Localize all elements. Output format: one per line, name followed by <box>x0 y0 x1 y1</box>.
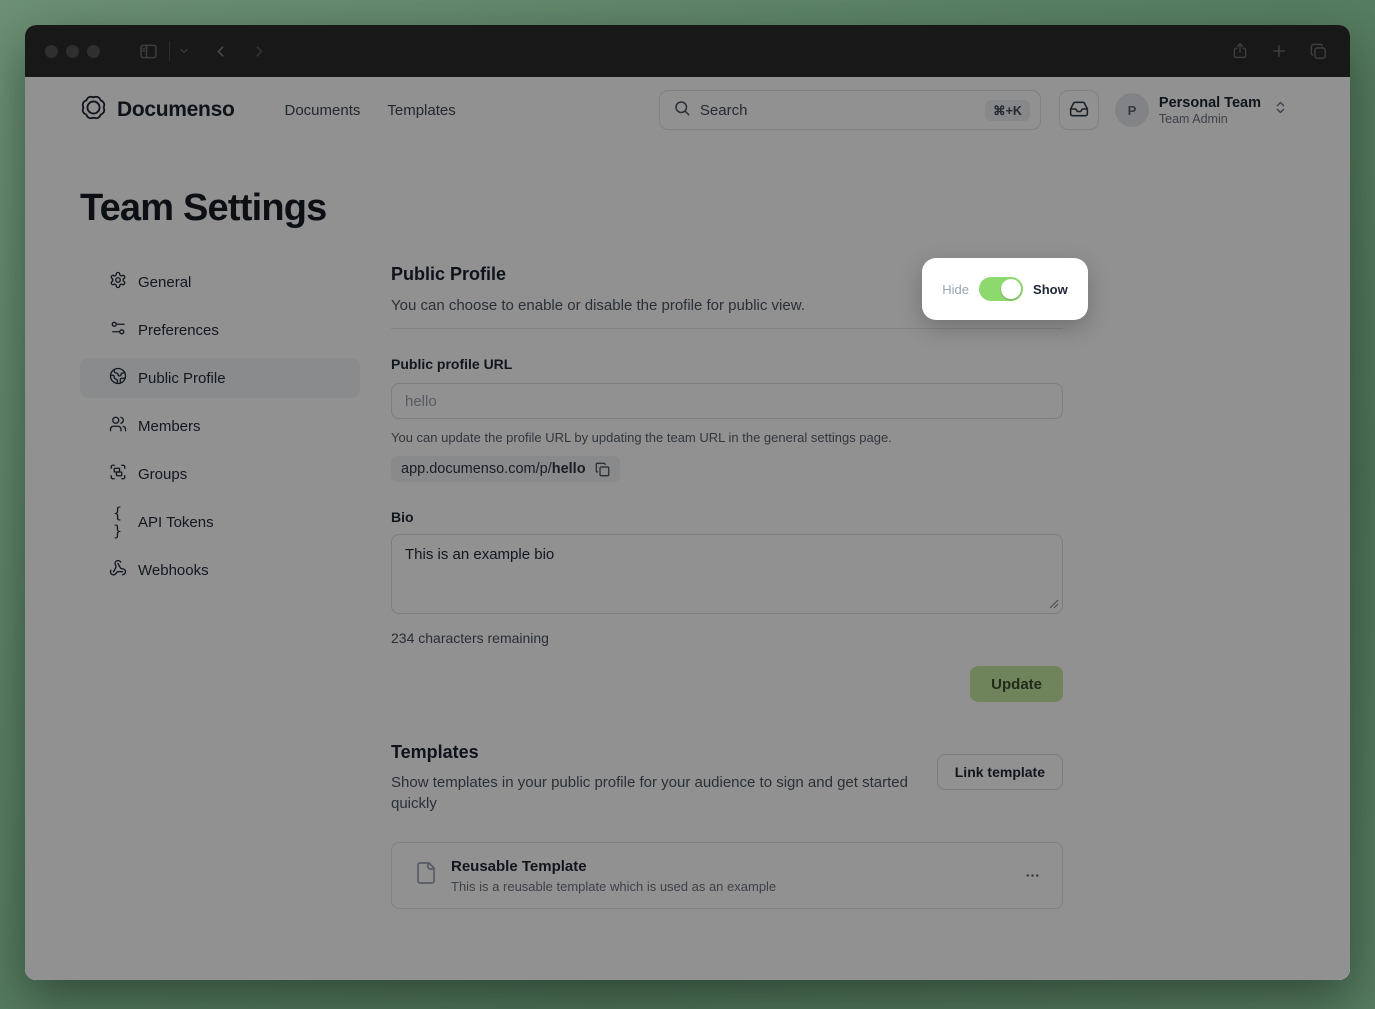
sidebar-toggle-icon[interactable] <box>138 41 159 62</box>
minimize-window-button[interactable] <box>66 45 79 58</box>
chevron-down-icon[interactable] <box>178 45 190 57</box>
close-window-button[interactable] <box>45 45 58 58</box>
tab-overview-icon[interactable] <box>1309 42 1328 61</box>
toggle-knob <box>1001 279 1021 299</box>
desktop-background: Documenso Documents Templates Search ⌘+K <box>0 0 1375 1009</box>
browser-window: Documenso Documents Templates Search ⌘+K <box>25 25 1350 980</box>
dim-overlay <box>25 77 1350 980</box>
page-content: Documenso Documents Templates Search ⌘+K <box>25 77 1350 980</box>
profile-visibility-spotlight: Hide Show <box>922 258 1088 320</box>
maximize-window-button[interactable] <box>87 45 100 58</box>
forward-icon[interactable] <box>251 43 268 60</box>
toggle-hide-label: Hide <box>942 282 969 297</box>
new-tab-icon[interactable] <box>1270 42 1288 60</box>
back-icon[interactable] <box>212 43 229 60</box>
toggle-show-label: Show <box>1033 282 1068 297</box>
browser-titlebar <box>25 25 1350 77</box>
share-icon[interactable] <box>1231 41 1249 61</box>
titlebar-divider <box>169 41 170 61</box>
window-controls <box>45 45 100 58</box>
profile-visibility-toggle[interactable] <box>979 277 1023 301</box>
